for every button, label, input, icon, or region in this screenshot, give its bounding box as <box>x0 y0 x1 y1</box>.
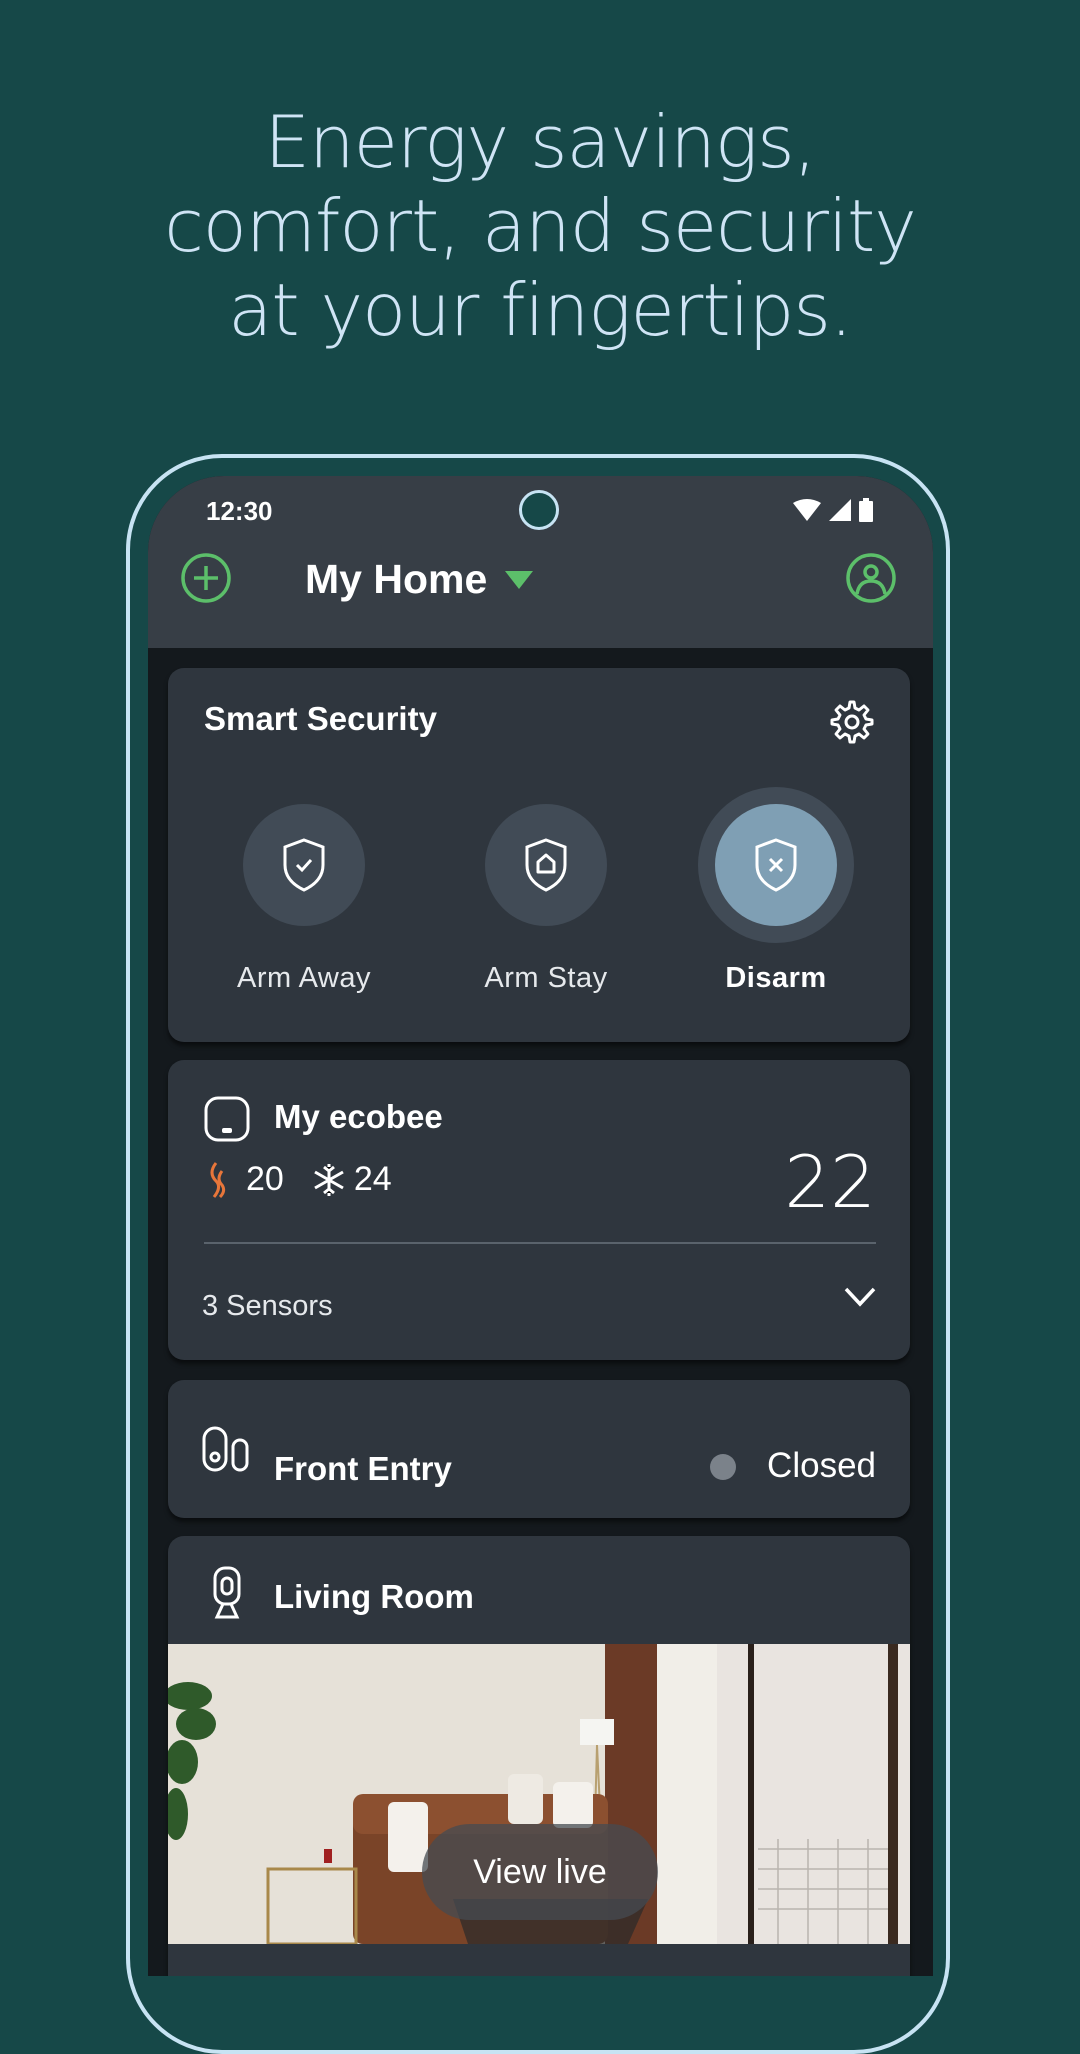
view-live-button[interactable]: View live <box>422 1824 658 1920</box>
arm-stay-button[interactable] <box>485 804 607 926</box>
setpoints: 20 24 <box>204 1160 392 1199</box>
front-entry-title: Front Entry <box>274 1450 452 1487</box>
door-status: Closed <box>767 1446 876 1485</box>
arm-away-label: Arm Away <box>236 962 371 994</box>
camera-icon <box>213 1566 241 1619</box>
mode-disarm[interactable]: Disarm <box>676 787 876 995</box>
snowflake-icon <box>314 1163 344 1196</box>
contact-sensor-icon <box>202 1426 249 1472</box>
thermostat-card[interactable]: My ecobee 20 24 22 3 Sensors <box>168 1060 910 1360</box>
shield-x-icon <box>755 838 797 892</box>
flame-icon <box>210 1161 226 1198</box>
marketing-headline: Energy savings, comfort, and security at… <box>0 100 1080 352</box>
thermostat-title: My ecobee <box>274 1098 443 1135</box>
card-divider <box>204 1242 876 1244</box>
status-dot <box>710 1454 736 1480</box>
status-time: 12:30 <box>206 496 273 526</box>
add-device-button[interactable] <box>180 552 232 604</box>
headline-line-2: comfort, and security <box>164 184 917 268</box>
front-entry-card[interactable]: Front Entry Closed <box>168 1380 910 1518</box>
profile-button[interactable] <box>845 552 897 604</box>
status-icons <box>793 498 873 522</box>
gear-icon <box>830 700 874 744</box>
home-selector[interactable]: My Home <box>305 556 534 603</box>
arm-stay-label: Arm Stay <box>484 962 608 994</box>
mode-arm-stay[interactable]: Arm Stay <box>446 804 646 995</box>
headline-line-1: Energy savings, <box>264 100 817 184</box>
profile-icon <box>846 553 896 603</box>
plus-circle-icon <box>181 553 231 603</box>
security-settings-button[interactable] <box>828 698 876 746</box>
disarm-selected-ring <box>698 787 854 943</box>
current-temperature: 22 <box>784 1140 876 1224</box>
mode-arm-away[interactable]: Arm Away <box>204 804 404 995</box>
phone-screen: 12:30 My Home Smart Security Arm Away Ar… <box>148 476 933 1976</box>
camera-card[interactable]: Living Room View live <box>168 1536 910 1976</box>
disarm-label: Disarm <box>725 962 827 994</box>
sensors-label: 3 Sensors <box>202 1290 333 1322</box>
disarm-button[interactable] <box>715 804 837 926</box>
chevron-down-icon[interactable] <box>844 1286 876 1308</box>
home-name: My Home <box>305 556 488 602</box>
arm-away-button[interactable] <box>243 804 365 926</box>
camera-preview[interactable]: View live <box>168 1644 910 1944</box>
signal-icon <box>829 499 851 521</box>
triangle-down-icon <box>505 570 534 589</box>
smart-security-card: Smart Security Arm Away Arm Stay Disarm <box>168 668 910 1042</box>
headline-line-3: at your fingertips. <box>228 268 852 352</box>
heat-setpoint: 20 <box>246 1160 284 1198</box>
camera-title: Living Room <box>274 1578 474 1615</box>
shield-check-icon <box>283 838 325 892</box>
security-title: Smart Security <box>204 700 437 737</box>
front-camera-cutout <box>519 490 559 530</box>
cool-setpoint: 24 <box>353 1160 392 1198</box>
wifi-icon <box>793 499 821 521</box>
shield-home-icon <box>525 838 567 892</box>
thermostat-icon <box>204 1096 250 1142</box>
top-app-bar: 12:30 My Home <box>148 476 933 648</box>
battery-icon <box>859 498 873 522</box>
